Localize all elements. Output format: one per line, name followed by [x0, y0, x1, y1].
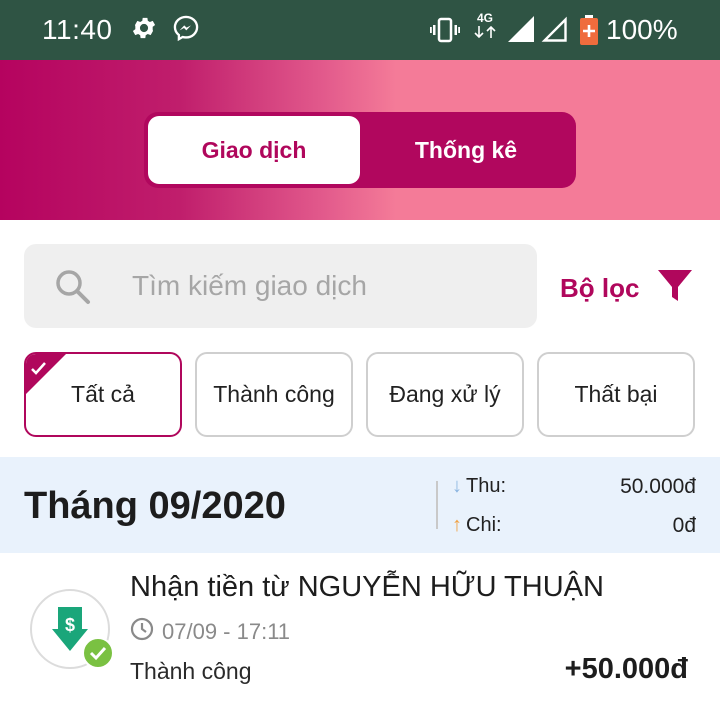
transaction-amount: +50.000đ	[564, 653, 688, 685]
success-check-icon	[82, 637, 114, 674]
chip-failed-label: Thất bại	[574, 381, 658, 407]
battery-percent: 100%	[606, 14, 678, 45]
income-row: ↓ Thu:	[452, 475, 506, 498]
chip-all[interactable]: Tất cả	[24, 352, 182, 437]
search-bar	[24, 244, 537, 328]
tab-statistics[interactable]: Thống kê	[360, 116, 572, 184]
vibrate-icon	[430, 16, 460, 49]
tab-transactions[interactable]: Giao dịch	[148, 116, 360, 184]
battery-icon	[580, 15, 598, 50]
month-summary: Tháng 09/2020 ↓ Thu: 50.000đ ↑ Chi: 0đ	[0, 457, 720, 553]
transaction-time: 07/09 - 17:11	[130, 617, 290, 647]
gear-icon	[130, 14, 158, 47]
search-input[interactable]	[132, 262, 522, 310]
arrow-up-icon: ↑	[452, 514, 462, 536]
chip-all-label: Tất cả	[71, 381, 135, 407]
header-banner: Giao dịch Thống kê	[0, 60, 720, 220]
clock-icon	[130, 617, 162, 647]
messenger-icon	[172, 14, 200, 47]
signal-empty-icon	[541, 16, 567, 47]
svg-text:$: $	[65, 615, 75, 635]
signal-icon	[508, 16, 534, 47]
chip-failed[interactable]: Thất bại	[537, 352, 695, 437]
status-time: 11:40	[42, 14, 113, 45]
search-icon	[54, 268, 92, 311]
expense-value: 0đ	[672, 514, 696, 537]
expense-row: ↑ Chi:	[452, 514, 502, 537]
transaction-item[interactable]: $ Nhận tiền từ NGUYỄN HỮU THUẬN 07/09 - …	[0, 553, 720, 701]
chip-processing[interactable]: Đang xử lý	[366, 352, 524, 437]
chip-success[interactable]: Thành công	[195, 352, 353, 437]
tab-switcher: Giao dịch Thống kê	[144, 112, 576, 188]
transaction-datetime: 07/09 - 17:11	[162, 619, 291, 644]
expense-label: Chi:	[466, 514, 502, 536]
transaction-title: Nhận tiền từ NGUYỄN HỮU THUẬN	[130, 571, 604, 603]
funnel-icon	[639, 268, 693, 309]
summary-divider	[436, 481, 438, 529]
chip-success-label: Thành công	[213, 381, 335, 407]
status-bar: 11:40 4G 100%	[0, 0, 720, 60]
check-icon	[30, 356, 48, 383]
income-value: 50.000đ	[620, 475, 696, 498]
chip-processing-label: Đang xử lý	[389, 381, 501, 407]
transaction-status: Thành công	[130, 658, 252, 684]
network-indicator: 4G	[472, 12, 498, 42]
filter-label: Bộ lọc	[560, 272, 640, 303]
filter-button[interactable]: Bộ lọc	[560, 266, 693, 310]
arrow-down-icon: ↓	[452, 475, 462, 497]
network-type-label: 4G	[476, 11, 493, 25]
income-label: Thu:	[466, 475, 507, 497]
month-title: Tháng 09/2020	[24, 485, 286, 527]
